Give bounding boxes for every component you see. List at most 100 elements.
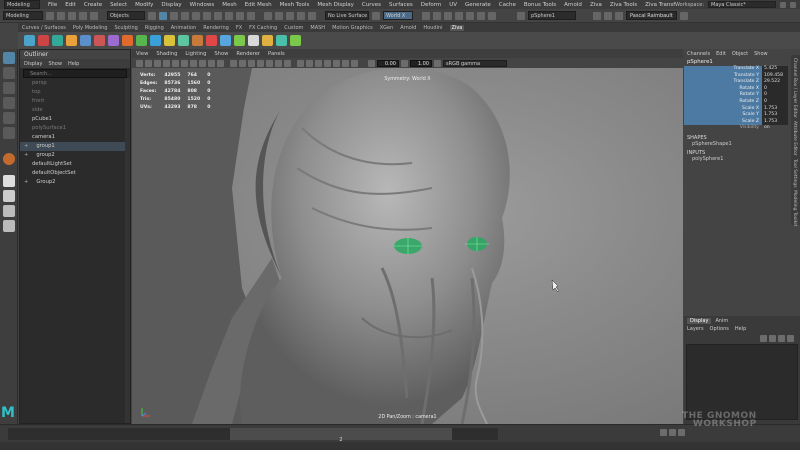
select-camera-icon[interactable]	[136, 59, 143, 67]
sidebar-toggle-icon[interactable]	[593, 11, 601, 20]
workspace-select[interactable]: Maya Classic*	[708, 1, 776, 8]
move-tool-icon[interactable]	[2, 97, 15, 109]
grid-icon[interactable]	[172, 59, 179, 67]
default-material-icon[interactable]	[248, 59, 255, 67]
go-to-start-icon[interactable]	[660, 429, 667, 436]
new-layer-selected-icon[interactable]	[787, 334, 794, 342]
ziva-mirror-icon[interactable]	[206, 35, 217, 46]
ziva-embedder-icon[interactable]	[178, 35, 189, 46]
ziva-tools-icon[interactable]	[276, 35, 287, 46]
channel-attribute[interactable]: Rotate Z0	[684, 98, 800, 106]
attribute-value[interactable]: 0	[762, 98, 788, 106]
attribute-value[interactable]: 5.425	[762, 66, 788, 73]
redo-icon[interactable]	[90, 11, 98, 20]
two-view-layout-icon[interactable]	[2, 220, 15, 232]
shape-node[interactable]: pSphereShape1	[684, 141, 800, 147]
side-tab[interactable]: Attribute Editor	[792, 121, 797, 156]
viewport-menu-panels[interactable]: Panels	[268, 51, 285, 57]
outliner-item[interactable]: polySurface1	[20, 124, 130, 133]
ziva-scene-panel-icon[interactable]	[248, 35, 259, 46]
channel-box-menu-edit[interactable]: Edit	[716, 51, 726, 57]
hypershade-icon[interactable]	[466, 11, 474, 20]
image-plane-icon[interactable]	[163, 59, 170, 67]
live-surface-select[interactable]: No Live Surface	[325, 11, 369, 20]
outliner-item[interactable]: defaultLightSet	[20, 160, 130, 169]
attribute-value[interactable]: 29.522	[762, 79, 788, 86]
menu-item-mesh[interactable]: Mesh	[222, 2, 236, 8]
render-view-icon[interactable]	[422, 11, 430, 20]
window-close-icon[interactable]	[790, 1, 796, 8]
select-dynamic-icon[interactable]	[236, 11, 244, 20]
symmetry-icon[interactable]	[372, 11, 380, 20]
film-gate-icon[interactable]	[181, 59, 188, 67]
step-back-icon[interactable]	[669, 429, 676, 436]
shelf-tab-houdini[interactable]: Houdini	[423, 25, 442, 31]
viewport-canvas[interactable]: Verts: 42955 764 0 Edges: 85736 1560 0 Faces: 427…	[132, 68, 683, 424]
select-mode-select[interactable]: Objects	[107, 11, 145, 20]
menu-item-modify[interactable]: Modify	[135, 2, 153, 8]
make-live-icon[interactable]	[308, 11, 316, 20]
save-scene-icon[interactable]	[68, 11, 76, 20]
snap-view-plane-icon[interactable]	[297, 11, 305, 20]
ambient-occlusion-icon[interactable]	[297, 59, 304, 67]
menu-item-create[interactable]: Create	[84, 2, 102, 8]
outliner-menu-display[interactable]: Display	[24, 61, 42, 67]
menu-item-display[interactable]: Display	[161, 2, 181, 8]
select-surface-icon[interactable]	[214, 11, 222, 20]
window-minimize-icon[interactable]	[780, 1, 786, 8]
input-line-icon[interactable]	[517, 11, 525, 20]
attribute-value[interactable]: 1.753	[762, 112, 788, 119]
gate-mask-icon[interactable]	[199, 59, 206, 67]
channel-attribute[interactable]: Visibility on	[684, 125, 800, 132]
input-node[interactable]: polySphere1	[684, 156, 800, 162]
side-tab[interactable]: Modeling Toolkit	[792, 190, 797, 226]
scale-tool-icon[interactable]	[2, 127, 15, 139]
paint-select-tool-icon[interactable]	[2, 82, 15, 94]
move-layer-down-icon[interactable]	[769, 334, 776, 342]
isolate-select-icon[interactable]	[333, 59, 340, 67]
outliner-item[interactable]: group1	[20, 142, 130, 151]
attribute-value[interactable]: 0	[762, 92, 788, 99]
move-layer-up-icon[interactable]	[760, 334, 767, 342]
smooth-shade-icon[interactable]	[239, 59, 246, 67]
shelf-tab-motion-graphics[interactable]: Motion Graphics	[332, 25, 373, 31]
select-curve-icon[interactable]	[203, 11, 211, 20]
shelf-tab-rendering[interactable]: Rendering	[203, 25, 229, 31]
channel-attribute[interactable]: Scale Y 1.753	[684, 112, 800, 119]
menu-item-mesh-display[interactable]: Mesh Display	[317, 2, 354, 8]
ziva-collision-icon[interactable]	[136, 35, 147, 46]
ziva-cloth-icon[interactable]	[52, 35, 63, 46]
wireframe-icon[interactable]	[230, 59, 237, 67]
menu-item-curves[interactable]: Curves	[362, 2, 381, 8]
new-layer-icon[interactable]	[778, 334, 785, 342]
outliner-item[interactable]: front	[20, 97, 130, 106]
menu-item-generate[interactable]: Generate	[465, 2, 491, 8]
layer-tab-anim[interactable]: Anim	[715, 318, 728, 324]
outliner-item[interactable]: camera1	[20, 133, 130, 142]
sidebar-toggle-icon[interactable]	[604, 11, 612, 20]
shelf-tab-poly-modeling[interactable]: Poly Modeling	[73, 25, 108, 31]
menu-item-file[interactable]: File	[48, 2, 57, 8]
textured-icon[interactable]	[266, 59, 273, 67]
menu-item-ziva[interactable]: Ziva	[590, 2, 602, 8]
viewport-menu-view[interactable]: View	[136, 51, 148, 57]
channel-attribute[interactable]: Translate X 5.425	[684, 66, 800, 73]
sidebar-toggle-icon[interactable]	[615, 11, 623, 20]
xray-icon[interactable]	[342, 59, 349, 67]
play-icon[interactable]	[678, 429, 685, 436]
menu-item-surfaces[interactable]: Surfaces	[389, 2, 413, 8]
ziva-utility-icon[interactable]	[262, 35, 273, 46]
menu-item-bonus-tools[interactable]: Bonus Tools	[524, 2, 556, 8]
time-slider-range[interactable]: 2	[230, 428, 452, 443]
snap-grid-icon[interactable]	[264, 11, 272, 20]
ziva-paint-icon[interactable]	[192, 35, 203, 46]
side-tab[interactable]: Channel Box / Layer Editor	[792, 58, 797, 118]
snap-point-icon[interactable]	[286, 11, 294, 20]
ziva-attachment-icon[interactable]	[66, 35, 77, 46]
help-icon[interactable]	[679, 11, 688, 20]
lights-icon[interactable]	[275, 59, 282, 67]
snap-curve-icon[interactable]	[275, 11, 283, 20]
shelf-tab-arnold[interactable]: Arnold	[400, 25, 416, 31]
outliner-item[interactable]: pCube1	[20, 115, 130, 124]
anti-aliasing-icon[interactable]	[315, 59, 322, 67]
